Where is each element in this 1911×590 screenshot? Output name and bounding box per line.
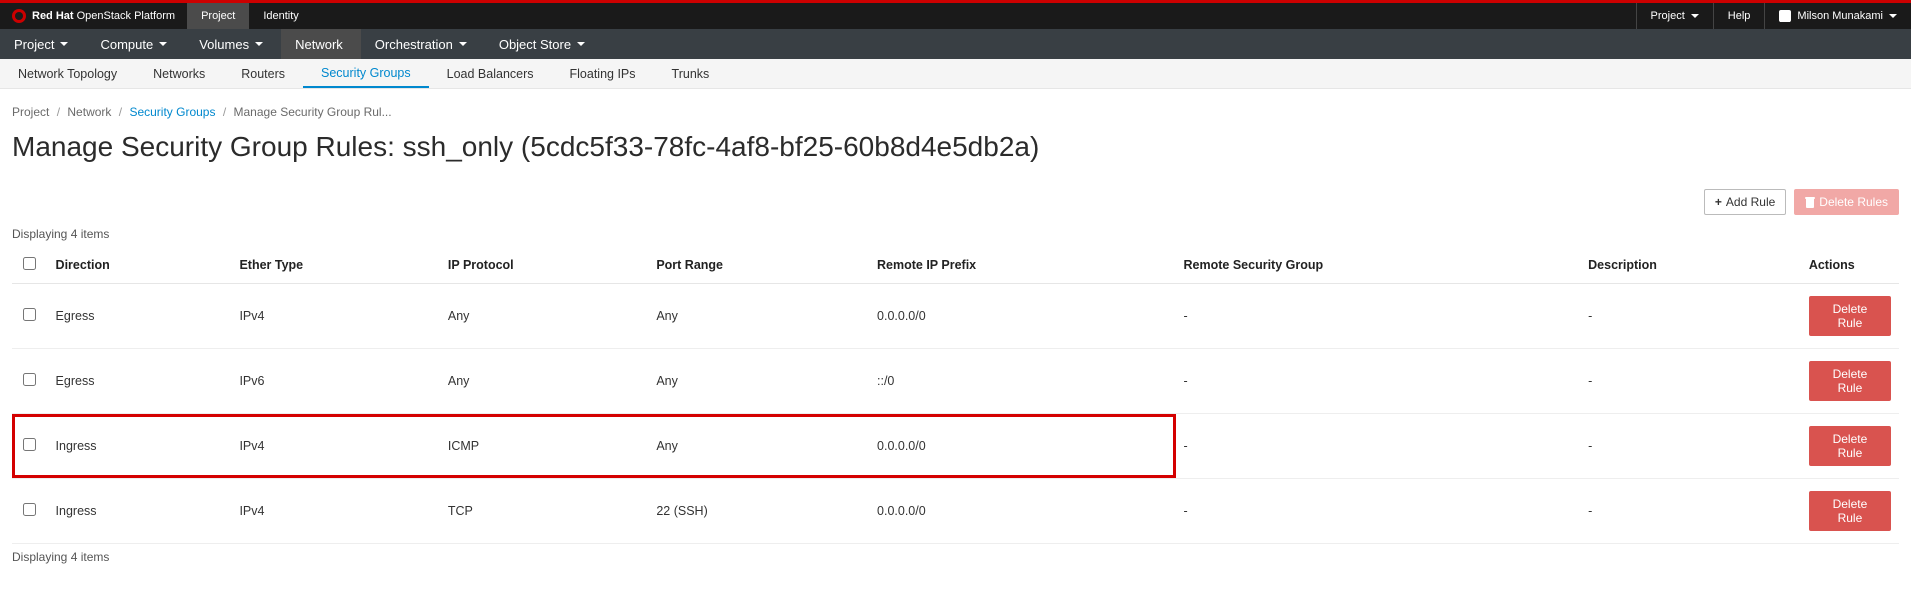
delete-rules-button[interactable]: Delete Rules (1794, 189, 1899, 215)
table-row: IngressIPv4TCP22 (SSH)0.0.0.0/0--Delete … (12, 479, 1899, 544)
cell-desc: - (1580, 414, 1801, 479)
nav-compute[interactable]: Compute (86, 29, 185, 59)
chevron-down-icon (1691, 14, 1699, 18)
add-rule-button[interactable]: Add Rule (1704, 189, 1786, 215)
col-ether[interactable]: Ether Type (231, 247, 439, 284)
cell-group: - (1176, 414, 1581, 479)
subnav-trunks[interactable]: Trunks (654, 59, 728, 88)
subnav-load-balancers[interactable]: Load Balancers (429, 59, 552, 88)
cell-direction: Egress (48, 349, 232, 414)
subnav-topology[interactable]: Network Topology (0, 59, 135, 88)
select-all-checkbox[interactable] (23, 257, 36, 270)
delete-rule-button[interactable]: Delete Rule (1809, 491, 1891, 531)
cell-protocol: ICMP (440, 414, 648, 479)
chevron-down-icon (255, 42, 263, 46)
row-checkbox[interactable] (23, 438, 36, 451)
cell-ether: IPv6 (231, 349, 439, 414)
sub-nav: Network Topology Networks Routers Securi… (0, 59, 1911, 89)
cell-direction: Egress (48, 284, 232, 349)
table-row: IngressIPv4ICMPAny0.0.0.0/0--Delete Rule (12, 414, 1899, 479)
chevron-down-icon (459, 42, 467, 46)
cell-group: - (1176, 349, 1581, 414)
cell-protocol: Any (440, 349, 648, 414)
cell-prefix: 0.0.0.0/0 (869, 479, 1176, 544)
chevron-down-icon (60, 42, 68, 46)
cell-desc: - (1580, 479, 1801, 544)
cell-ether: IPv4 (231, 414, 439, 479)
nav-volumes[interactable]: Volumes (185, 29, 281, 59)
toptab-identity[interactable]: Identity (249, 3, 312, 29)
cell-group: - (1176, 479, 1581, 544)
nav-project[interactable]: Project (0, 29, 86, 59)
cell-protocol: TCP (440, 479, 648, 544)
breadcrumb: Project / Network / Security Groups / Ma… (12, 105, 1899, 119)
col-direction[interactable]: Direction (48, 247, 232, 284)
cell-direction: Ingress (48, 414, 232, 479)
chevron-down-icon (577, 42, 585, 46)
subnav-floating-ips[interactable]: Floating IPs (552, 59, 654, 88)
crumb-current: Manage Security Group Rul... (234, 105, 392, 119)
table-header-row: Direction Ether Type IP Protocol Port Ra… (12, 247, 1899, 284)
item-count-top: Displaying 4 items (12, 227, 1899, 241)
cell-prefix: ::/0 (869, 349, 1176, 414)
nav-orchestration[interactable]: Orchestration (361, 29, 485, 59)
cell-direction: Ingress (48, 479, 232, 544)
brand-bold: Red Hat (32, 10, 74, 22)
nav-network[interactable]: Network (281, 29, 361, 59)
col-prefix[interactable]: Remote IP Prefix (869, 247, 1176, 284)
item-count-bottom: Displaying 4 items (12, 550, 1899, 564)
subnav-networks[interactable]: Networks (135, 59, 223, 88)
nav-objectstore[interactable]: Object Store (485, 29, 603, 59)
cell-ether: IPv4 (231, 479, 439, 544)
crumb-project[interactable]: Project (12, 105, 49, 119)
page-title: Manage Security Group Rules: ssh_only (5… (12, 131, 1899, 163)
row-checkbox[interactable] (23, 373, 36, 386)
cell-port: Any (648, 414, 869, 479)
chevron-down-icon (1889, 14, 1897, 18)
table-row: EgressIPv6AnyAny::/0--Delete Rule (12, 349, 1899, 414)
cell-desc: - (1580, 284, 1801, 349)
row-checkbox[interactable] (23, 308, 36, 321)
col-desc[interactable]: Description (1580, 247, 1801, 284)
plus-icon (1715, 195, 1722, 209)
cell-desc: - (1580, 349, 1801, 414)
redhat-logo-icon (12, 9, 26, 23)
help-link[interactable]: Help (1713, 3, 1765, 29)
rules-table: Direction Ether Type IP Protocol Port Ra… (12, 247, 1899, 544)
chevron-down-icon (159, 42, 167, 46)
main-nav: Project Compute Volumes Network Orchestr… (0, 29, 1911, 59)
global-topbar: Red Hat OpenStack Platform Project Ident… (0, 3, 1911, 29)
subnav-security-groups[interactable]: Security Groups (303, 59, 429, 88)
crumb-security-groups[interactable]: Security Groups (129, 105, 215, 119)
toptab-project[interactable]: Project (187, 3, 249, 29)
cell-ether: IPv4 (231, 284, 439, 349)
col-actions: Actions (1801, 247, 1899, 284)
cell-protocol: Any (440, 284, 648, 349)
col-port[interactable]: Port Range (648, 247, 869, 284)
cell-port: 22 (SSH) (648, 479, 869, 544)
project-dropdown[interactable]: Project (1636, 3, 1713, 29)
cell-port: Any (648, 349, 869, 414)
user-menu[interactable]: Milson Munakami (1764, 3, 1911, 29)
user-icon (1779, 10, 1791, 22)
cell-group: - (1176, 284, 1581, 349)
row-checkbox[interactable] (23, 503, 36, 516)
trash-icon (1805, 197, 1815, 208)
brand-rest: OpenStack Platform (74, 10, 176, 22)
actions-row: Add Rule Delete Rules (12, 189, 1899, 215)
cell-prefix: 0.0.0.0/0 (869, 284, 1176, 349)
subnav-routers[interactable]: Routers (223, 59, 303, 88)
cell-port: Any (648, 284, 869, 349)
crumb-network[interactable]: Network (67, 105, 111, 119)
table-row: EgressIPv4AnyAny0.0.0.0/0--Delete Rule (12, 284, 1899, 349)
delete-rule-button[interactable]: Delete Rule (1809, 361, 1891, 401)
col-protocol[interactable]: IP Protocol (440, 247, 648, 284)
cell-prefix: 0.0.0.0/0 (869, 414, 1176, 479)
col-group[interactable]: Remote Security Group (1176, 247, 1581, 284)
brand: Red Hat OpenStack Platform (0, 3, 187, 29)
delete-rule-button[interactable]: Delete Rule (1809, 426, 1891, 466)
delete-rule-button[interactable]: Delete Rule (1809, 296, 1891, 336)
